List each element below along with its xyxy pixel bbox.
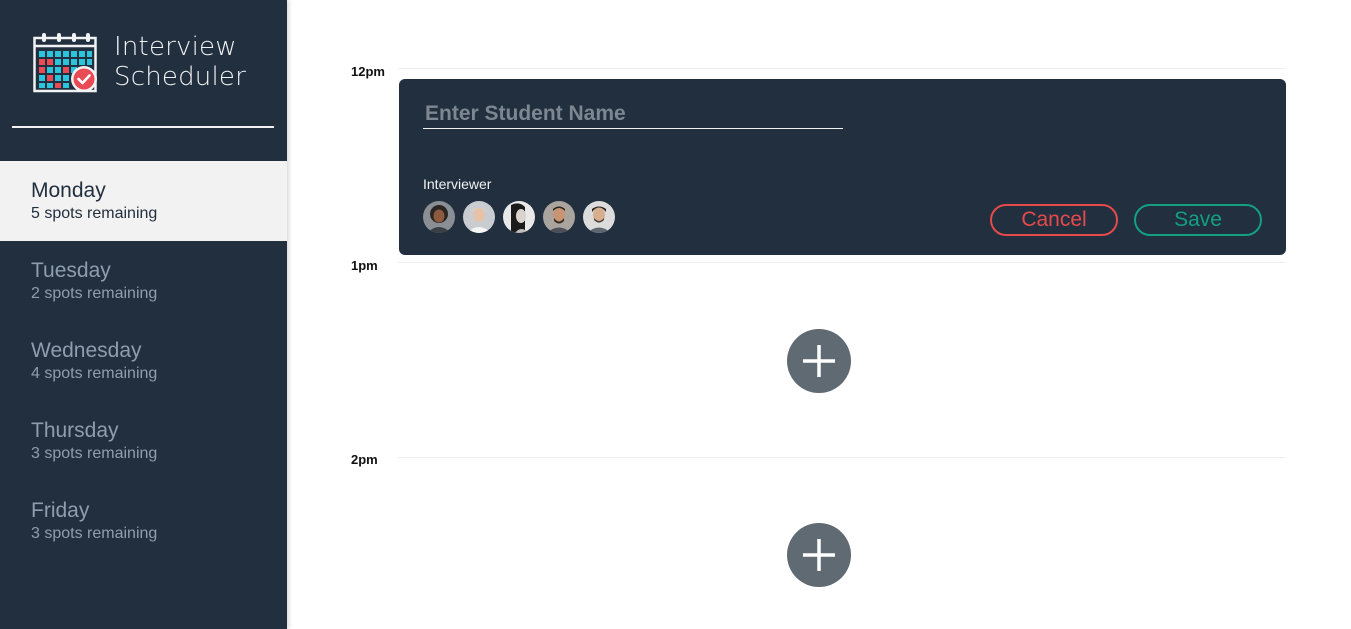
sidebar-divider: [12, 126, 274, 128]
interviewer-avatar-2[interactable]: [463, 201, 495, 233]
day-list: Monday 5 spots remaining Tuesday 2 spots…: [0, 161, 287, 561]
calendar-check-icon: [33, 33, 97, 93]
day-spots-remaining: 3 spots remaining: [31, 525, 158, 542]
hour-divider: [398, 262, 1286, 263]
student-name-input[interactable]: [423, 99, 843, 129]
add-appointment-button[interactable]: [787, 523, 851, 587]
brand: Interview Scheduler: [33, 32, 246, 94]
app-title: Interview Scheduler: [114, 32, 246, 92]
day-name: Wednesday: [31, 339, 142, 362]
schedule: 12pm Interviewer: [287, 0, 1351, 629]
app-root: Interview Scheduler Monday 5 spots remai…: [0, 0, 1351, 629]
day-item-monday[interactable]: Monday 5 spots remaining: [0, 161, 287, 241]
interviewer-avatar-1[interactable]: [423, 201, 455, 233]
save-button[interactable]: Save: [1134, 204, 1262, 236]
hour-divider: [398, 68, 1286, 69]
interviewer-avatar-4[interactable]: [543, 201, 575, 233]
cancel-button[interactable]: Cancel: [990, 204, 1118, 236]
interviewer-label: Interviewer: [423, 176, 492, 192]
appointment-form: Interviewer: [399, 79, 1286, 255]
hour-label-1pm: 1pm: [351, 258, 378, 273]
day-name: Tuesday: [31, 259, 111, 282]
interviewer-list: [423, 201, 615, 233]
day-spots-remaining: 3 spots remaining: [31, 445, 158, 462]
day-item-friday[interactable]: Friday 3 spots remaining: [0, 481, 287, 561]
day-name: Friday: [31, 499, 90, 522]
day-item-tuesday[interactable]: Tuesday 2 spots remaining: [0, 241, 287, 321]
plus-icon: [803, 539, 835, 571]
hour-label-12pm: 12pm: [351, 64, 385, 79]
day-item-wednesday[interactable]: Wednesday 4 spots remaining: [0, 321, 287, 401]
hour-label-2pm: 2pm: [351, 452, 378, 467]
day-name: Monday: [31, 179, 106, 202]
day-spots-remaining: 4 spots remaining: [31, 365, 158, 382]
day-spots-remaining: 5 spots remaining: [31, 205, 158, 222]
day-spots-remaining: 2 spots remaining: [31, 285, 158, 302]
interviewer-avatar-3[interactable]: [503, 201, 535, 233]
plus-icon: [803, 345, 835, 377]
interviewer-avatar-5[interactable]: [583, 201, 615, 233]
day-item-thursday[interactable]: Thursday 3 spots remaining: [0, 401, 287, 481]
day-name: Thursday: [31, 419, 119, 442]
sidebar: Interview Scheduler Monday 5 spots remai…: [0, 0, 287, 629]
add-appointment-button[interactable]: [787, 329, 851, 393]
hour-divider: [398, 457, 1286, 458]
